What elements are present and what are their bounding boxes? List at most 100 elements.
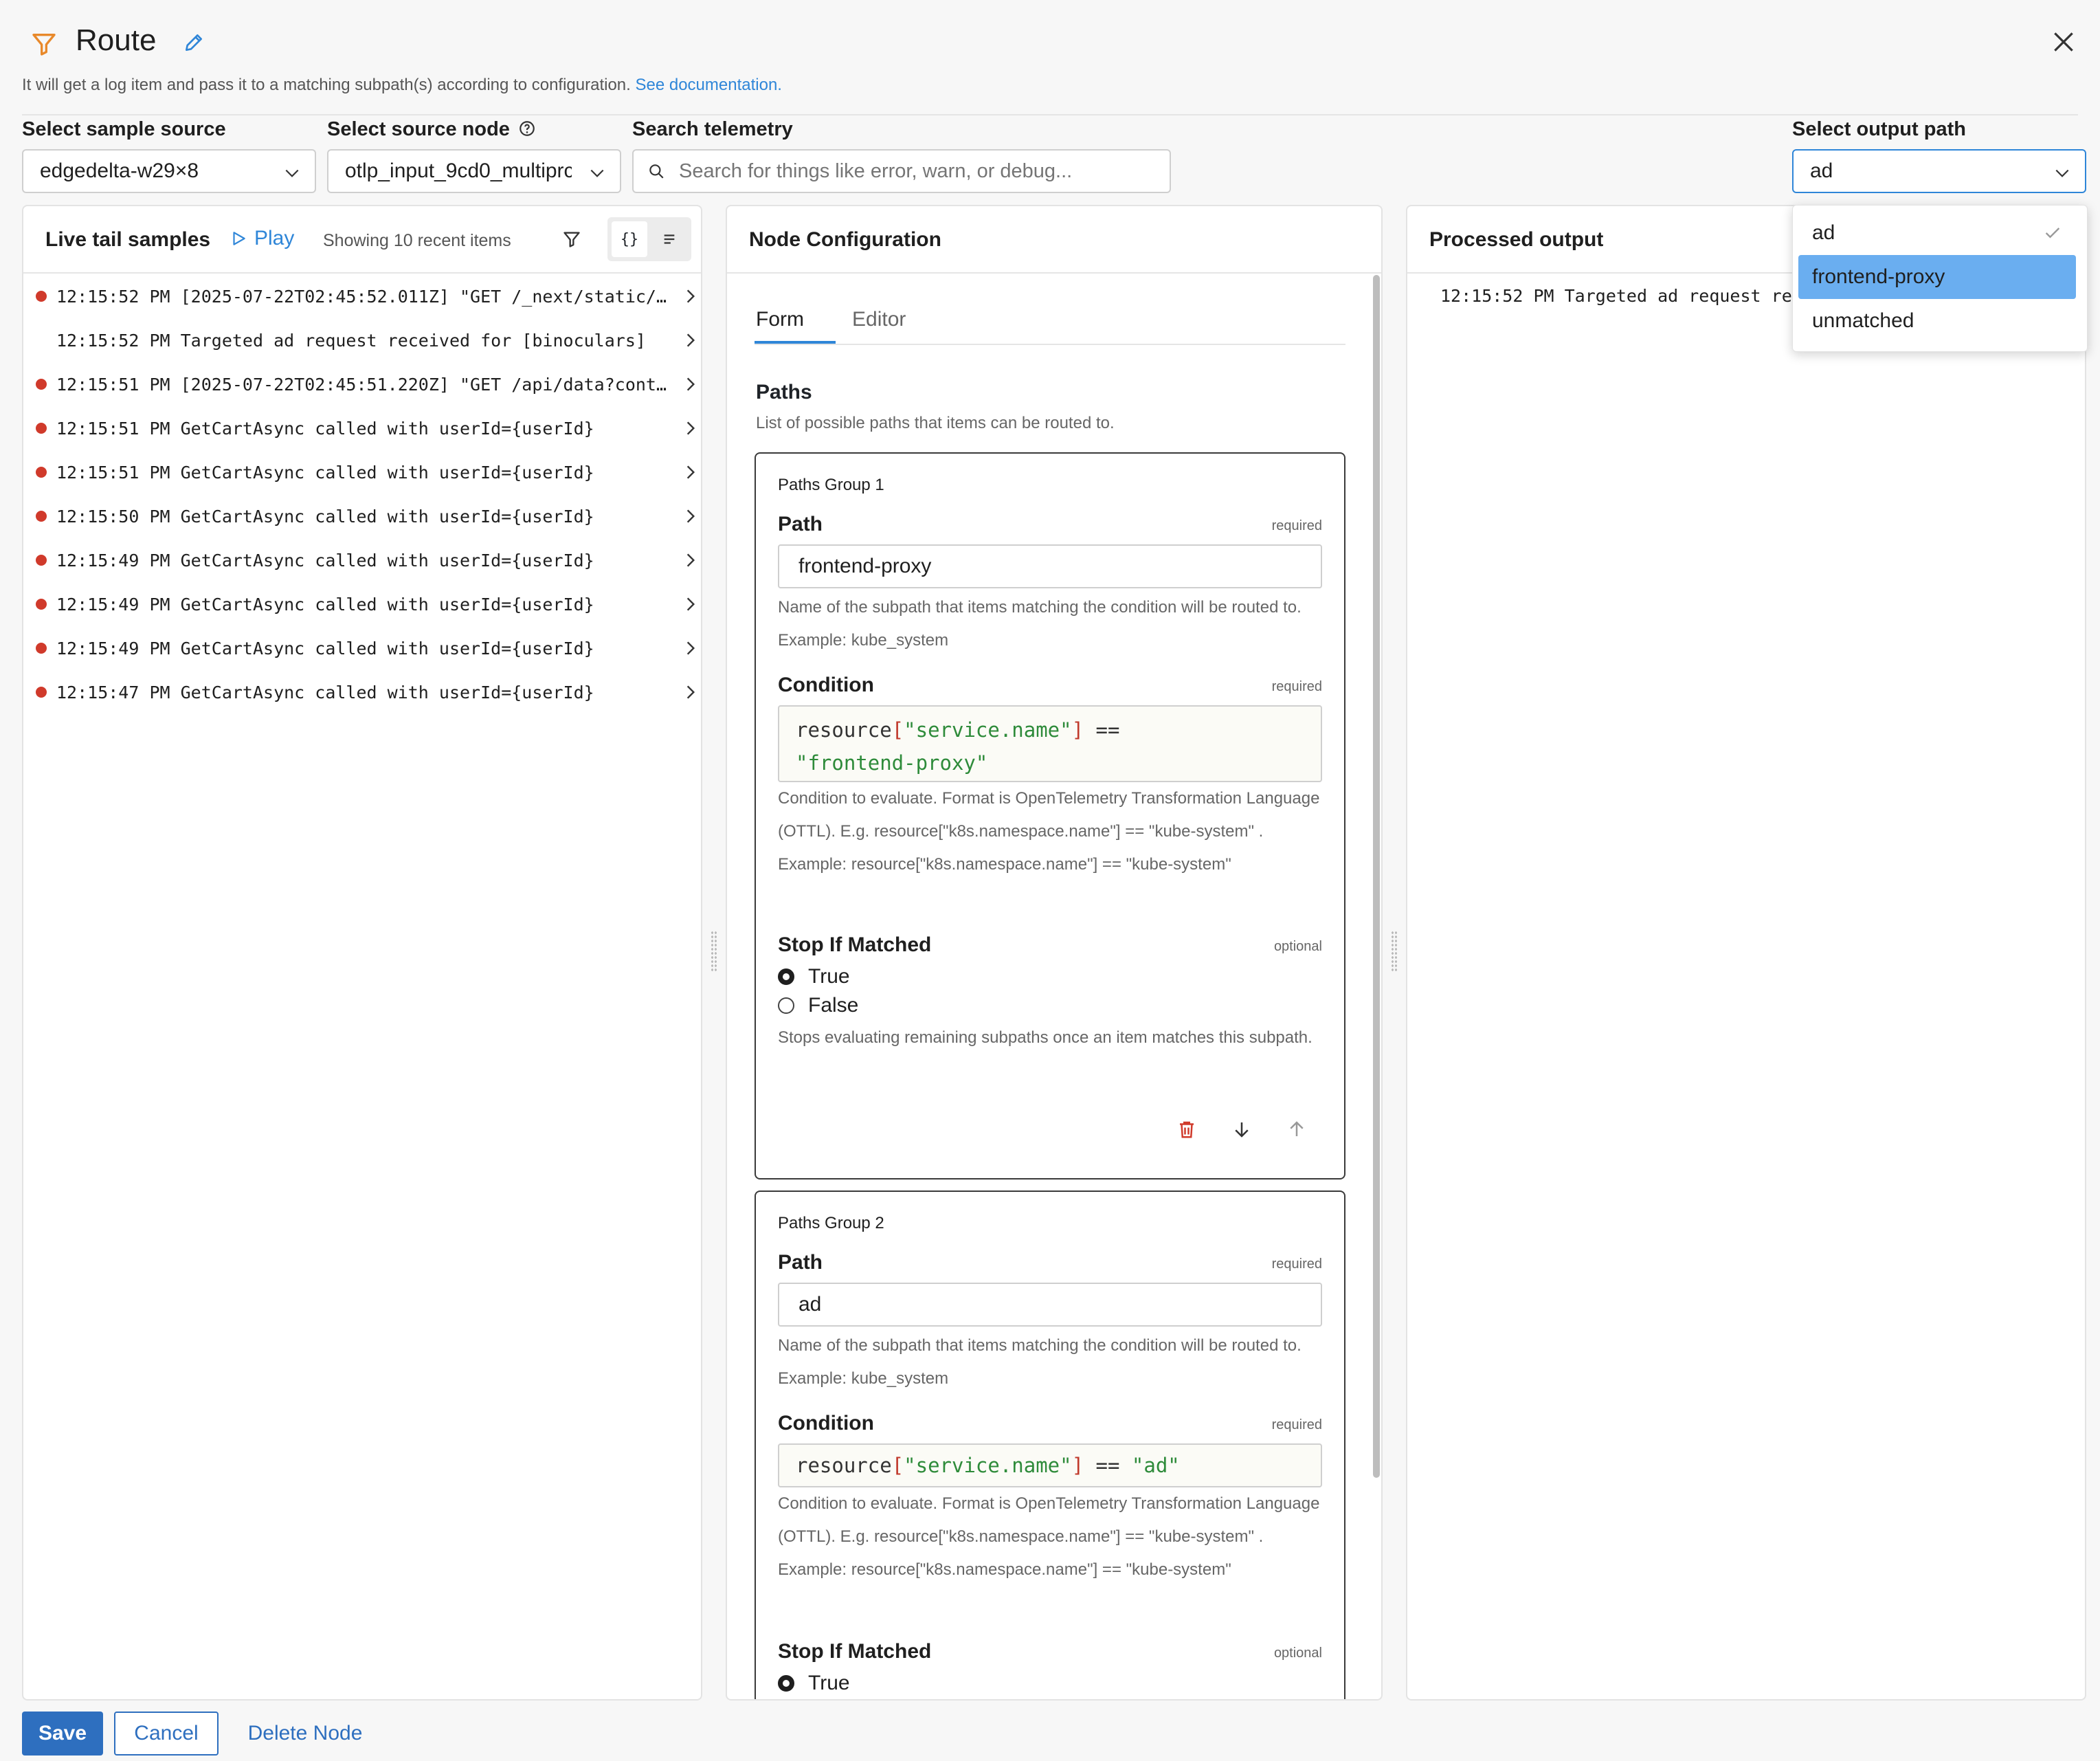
path-label: Path: [778, 1251, 823, 1274]
option-unmatched[interactable]: unmatched: [1798, 299, 2076, 343]
list-item[interactable]: 12:15:50 PM GetCartAsync called with use…: [23, 495, 704, 539]
tab-form[interactable]: Form: [756, 308, 804, 331]
paths-group-1: Paths Group 1 Path required frontend-pro…: [755, 452, 1345, 1179]
cond-close: ]: [1071, 718, 1084, 742]
play-icon: [233, 232, 245, 245]
cancel-button[interactable]: Cancel: [114, 1712, 219, 1756]
source-node-select[interactable]: otlp_input_9cd0_multiprc: [327, 149, 621, 193]
search-icon: [649, 164, 664, 179]
list-item-text: 12:15:51 PM GetCartAsync called with use…: [56, 419, 594, 439]
chevron-right-icon[interactable]: [682, 507, 700, 525]
option-frontend-proxy[interactable]: frontend-proxy: [1798, 255, 2076, 299]
condition-help: Condition to evaluate. Format is OpenTel…: [778, 789, 1320, 874]
chevron-right-icon[interactable]: [682, 683, 700, 701]
live-tail-title: Live tail samples: [45, 228, 211, 251]
error-dot: [36, 379, 47, 390]
radio-false-label: False: [808, 994, 859, 1017]
processed-output-panel: Processed output 12:15:52 PM Targeted ad…: [1406, 205, 2086, 1701]
path-input[interactable]: ad: [778, 1283, 1322, 1327]
route-filter-icon: [30, 30, 58, 61]
option-ad[interactable]: ad: [1798, 211, 2076, 255]
move-up-arrow-icon[interactable]: [1286, 1119, 1307, 1143]
list-item[interactable]: 12:15:49 PM GetCartAsync called with use…: [23, 583, 704, 627]
list-item-text: 12:15:51 PM GetCartAsync called with use…: [56, 463, 594, 483]
tab-editor[interactable]: Editor: [852, 308, 906, 331]
cond-open: [: [891, 718, 904, 742]
live-tail-panel: Live tail samples Play Showing 10 recent…: [22, 205, 702, 1701]
node-config-divider: [727, 272, 1381, 274]
close-icon[interactable]: [2051, 29, 2077, 58]
chevron-down-icon: [590, 169, 604, 177]
help-icon[interactable]: [518, 120, 536, 137]
move-down-arrow-icon[interactable]: [1231, 1119, 1252, 1143]
resize-handle-left[interactable]: [711, 931, 717, 972]
list-item[interactable]: 12:15:51 PM GetCartAsync called with use…: [23, 451, 704, 495]
list-item[interactable]: 12:15:52 PM Targeted ad request received…: [23, 319, 704, 363]
output-path-label: Select output path: [1792, 118, 1966, 140]
list-item-text: 12:15:52 PM Targeted ad request received…: [56, 331, 646, 351]
showing-count: Showing 10 recent items: [323, 231, 511, 250]
view-toggle: {}: [607, 217, 691, 261]
radio-true[interactable]: True: [778, 1672, 850, 1695]
sample-source-label: Select sample source: [22, 118, 226, 140]
paths-description: List of possible paths that items can be…: [756, 414, 1115, 432]
chevron-right-icon[interactable]: [682, 287, 700, 305]
search-label: Search telemetry: [632, 118, 793, 140]
list-item[interactable]: 12:15:52 PM [2025-07-22T02:45:52.011Z] "…: [23, 275, 704, 319]
live-tail-divider: [23, 272, 701, 274]
optional-tag: optional: [1273, 939, 1322, 954]
radio-false[interactable]: False: [778, 994, 858, 1017]
tab-editor-label: Editor: [852, 308, 906, 331]
path-help: Name of the subpath that items matching …: [778, 598, 1302, 650]
path-label: Path: [778, 513, 823, 535]
chevron-right-icon[interactable]: [682, 419, 700, 437]
delete-group-trash-icon[interactable]: [1176, 1119, 1197, 1143]
save-button[interactable]: Save: [22, 1712, 103, 1756]
page-title: Route: [76, 23, 157, 57]
error-dot: [36, 643, 47, 654]
path-input[interactable]: frontend-proxy: [778, 544, 1322, 588]
radio-true[interactable]: True: [778, 965, 850, 988]
radio-true-label: True: [808, 965, 850, 988]
chevron-right-icon[interactable]: [682, 463, 700, 481]
filter-icon[interactable]: [562, 230, 581, 252]
list-item-text: 12:15:49 PM GetCartAsync called with use…: [56, 639, 594, 658]
required-tag: required: [1271, 679, 1322, 694]
cond-key: resource: [796, 1454, 892, 1477]
list-item[interactable]: 12:15:51 PM GetCartAsync called with use…: [23, 407, 704, 451]
error-dot: [36, 687, 47, 698]
cond-close: ]: [1071, 1454, 1084, 1477]
delete-node-button[interactable]: Delete Node: [238, 1712, 372, 1756]
list-item[interactable]: 12:15:49 PM GetCartAsync called with use…: [23, 539, 704, 583]
list-item[interactable]: 12:15:47 PM GetCartAsync called with use…: [23, 671, 704, 715]
chevron-right-icon[interactable]: [682, 639, 700, 657]
error-dot: [36, 423, 47, 434]
play-button[interactable]: Play: [230, 227, 294, 250]
documentation-link[interactable]: See documentation.: [635, 76, 781, 94]
scrollbar-thumb[interactable]: [1373, 275, 1380, 1478]
list-item[interactable]: 12:15:51 PM [2025-07-22T02:45:51.220Z] "…: [23, 363, 704, 407]
json-view-button[interactable]: {}: [612, 221, 647, 257]
condition-editor[interactable]: resource["service.name"] == "ad": [778, 1443, 1322, 1487]
sample-source-select[interactable]: edgedelta-w29×8: [22, 149, 316, 193]
chevron-right-icon[interactable]: [682, 595, 700, 613]
edit-title-pencil-icon[interactable]: [183, 32, 205, 57]
tabs-divider: [755, 344, 1345, 345]
output-path-select[interactable]: ad: [1792, 149, 2086, 193]
resize-handle-right[interactable]: [1391, 931, 1398, 972]
list-item[interactable]: 12:15:49 PM GetCartAsync called with use…: [23, 627, 704, 671]
list-item-text: 12:15:49 PM GetCartAsync called with use…: [56, 595, 594, 614]
radio-true-circle: [778, 1675, 794, 1692]
output-path-value: ad: [1810, 159, 1833, 182]
text-view-button[interactable]: [651, 221, 687, 257]
chevron-right-icon[interactable]: [682, 551, 700, 569]
node-config-panel: Node Configuration Form Editor Paths Lis…: [726, 205, 1383, 1701]
cond-open: [: [891, 1454, 904, 1477]
chevron-right-icon[interactable]: [682, 331, 700, 349]
source-node-label-text: Select source node: [327, 118, 510, 140]
condition-editor[interactable]: resource["service.name"] == "frontend-pro…: [778, 705, 1322, 782]
chevron-right-icon[interactable]: [682, 375, 700, 393]
search-input[interactable]: [678, 159, 1153, 184]
optional-tag: optional: [1273, 1646, 1322, 1661]
braces-icon: {}: [620, 230, 639, 248]
